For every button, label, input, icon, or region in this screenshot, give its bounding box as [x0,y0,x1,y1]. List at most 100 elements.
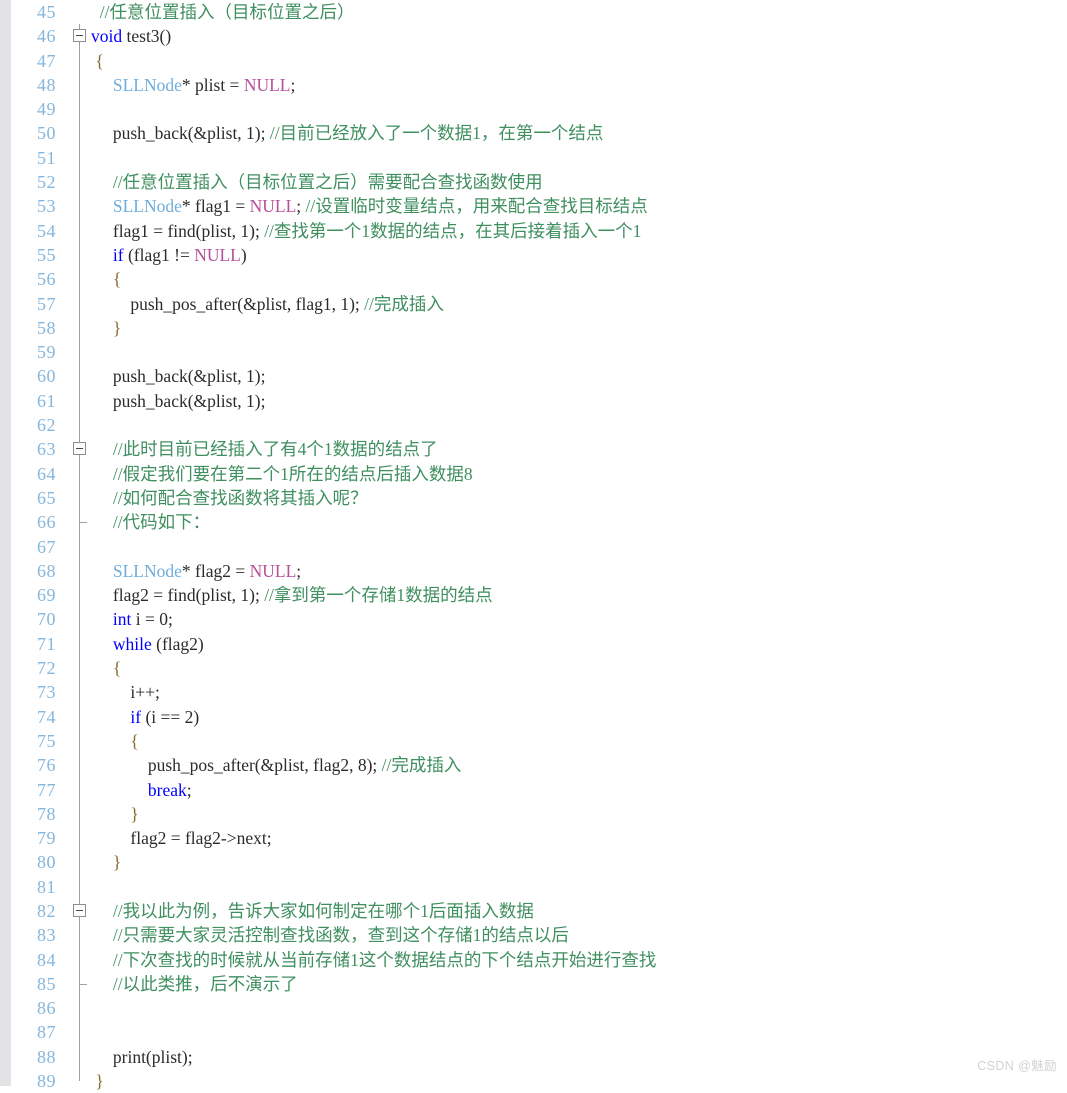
fold-gutter-cell [69,850,91,875]
line-number: 88 [37,1046,56,1067]
code-line[interactable]: 60 push_back(&plist, 1); [11,364,1067,389]
fold-gutter-cell [69,97,91,122]
code-line-text: push_back(&plist, 1); [91,389,266,413]
fold-gutter-cell [69,218,91,243]
code-line[interactable]: 50 push_back(&plist, 1); //目前已经放入了一个数据1，… [11,121,1067,146]
fold-gutter-cell [69,826,91,851]
code-line[interactable]: 73 i++; [11,680,1067,705]
code-line[interactable]: 64 //假定我们要在第二个1所在的结点后插入数据8 [11,461,1067,486]
code-line-text: //任意位置插入（目标位置之后）需要配合查找函数使用 [91,170,543,194]
fold-gutter-cell [69,777,91,802]
code-line[interactable]: 71 while (flag2) [11,631,1067,657]
code-line[interactable]: 57 push_pos_after(&plist, flag1, 1); //完… [11,291,1067,316]
code-token-cmt: //目前已经放入了一个数据1，在第一个结点 [269,123,604,144]
code-line-text: { [91,49,103,73]
code-line[interactable]: 78 } [11,801,1067,827]
code-line[interactable]: 72 { [11,656,1067,681]
line-number: 58 [37,317,56,338]
code-lines-container[interactable]: 45 //任意位置插入（目标位置之后） 46 void test3() 47 {48 … [11,0,1067,1091]
code-line[interactable]: 81 [11,874,1067,899]
code-line[interactable]: 84 //下次查找的时候就从当前存储1这个数据结点的下个结点开始进行查找 [11,947,1067,972]
line-number: 85 [37,973,56,994]
fold-guide-line [79,413,80,438]
code-line[interactable]: 49 [11,97,1067,122]
fold-gutter-cell [69,558,91,584]
code-line[interactable]: 76 push_pos_after(&plist, flag2, 8); //完… [11,753,1067,778]
code-line[interactable]: 75 { [11,728,1067,754]
code-line[interactable]: 87 [11,1020,1067,1045]
code-line[interactable]: 51 [11,145,1067,171]
code-line[interactable]: 53 SLLNode* flag1 = NULL; //设置临时变量结点，用来配… [11,194,1067,219]
code-line[interactable]: 69 flag2 = find(plist, 1); //拿到第一个存储1数据的… [11,583,1067,608]
code-line[interactable]: 52 //任意位置插入（目标位置之后）需要配合查找函数使用 [11,170,1067,195]
code-line[interactable]: 86 [11,996,1067,1021]
code-token-cmt: //假定我们要在第二个1所在的结点后插入数据8 [112,463,473,484]
code-line-text: //下次查找的时候就从当前存储1这个数据结点的下个结点开始进行查找 [91,948,656,972]
code-line[interactable]: 58 } [11,315,1067,341]
fold-guide-line [79,826,80,851]
code-token-plain: ; [296,560,302,581]
code-line[interactable]: 62 [11,413,1067,438]
fold-guide-line [79,364,80,389]
code-editor[interactable]: 45 //任意位置插入（目标位置之后） 46 void test3() 47 {48 … [0,0,1067,1091]
code-line[interactable]: 59 [11,340,1067,365]
code-line-text: } [91,1069,103,1093]
code-line-text: //假定我们要在第二个1所在的结点后插入数据8 [91,462,473,486]
code-line[interactable]: 47 { [11,48,1067,73]
code-line[interactable]: 55 if (flag1 != NULL) [11,242,1067,268]
code-line[interactable]: 46 void test3() [11,24,1067,49]
code-line-text: //以此类推，后不演示了 [91,972,298,996]
code-line[interactable]: 79 flag2 = flag2->next; [11,826,1067,851]
code-line[interactable]: 82 //我以此为例，告诉大家如何制定在哪个1后面插入数据 [11,898,1067,924]
code-line[interactable]: 89 } [11,1069,1067,1093]
fold-collapse-icon[interactable] [73,903,86,917]
fold-guide-line [79,194,80,219]
code-line[interactable]: 66 //代码如下： [11,510,1067,535]
code-line[interactable]: 63 //此时目前已经插入了有4个1数据的结点了 [11,437,1067,462]
code-token-type: SLLNode [112,196,182,217]
code-line[interactable]: 85 //以此类推，后不演示了 [11,971,1067,997]
code-line[interactable]: 65 //如何配合查找函数将其插入呢？ [11,485,1067,511]
code-line[interactable]: 61 push_back(&plist, 1); [11,388,1067,414]
fold-gutter-cell[interactable] [69,898,91,924]
code-token-brace: { [130,730,139,751]
fold-collapse-icon[interactable] [73,442,86,456]
fold-guide-line [79,558,80,584]
fold-guide-line [79,607,80,632]
line-number: 78 [37,803,56,824]
code-line[interactable]: 80 } [11,850,1067,875]
fold-guide-line [79,680,80,705]
code-line[interactable]: 54 flag1 = find(plist, 1); //查找第一个1数据的结点… [11,218,1067,243]
code-line[interactable]: 74 if (i == 2) [11,704,1067,729]
code-line[interactable]: 45 //任意位置插入（目标位置之后） [11,0,1067,24]
line-number: 65 [37,487,56,508]
fold-gutter-cell [69,801,91,827]
fold-collapse-icon[interactable] [73,29,86,43]
code-line[interactable]: 68 SLLNode* flag2 = NULL; [11,558,1067,584]
editor-selection-margin[interactable] [0,0,11,1086]
code-line[interactable]: 70 int i = 0; [11,607,1067,632]
code-token-kw: while [112,633,152,654]
fold-guide-line [79,97,80,122]
fold-gutter-cell[interactable] [69,24,91,49]
code-line[interactable]: 48 SLLNode* plist = NULL; [11,72,1067,98]
fold-gutter-cell [69,267,91,292]
code-line[interactable]: 83 //只需要大家灵活控制查找函数，查到这个存储1的结点以后 [11,923,1067,948]
code-line[interactable]: 88 print(plist); [11,1044,1067,1070]
fold-gutter-cell [69,947,91,972]
code-token-cmt: //任意位置插入（目标位置之后） [99,2,355,22]
code-line-text: //只需要大家灵活控制查找函数，查到这个存储1的结点以后 [91,923,569,947]
fold-gutter-cell[interactable] [69,437,91,462]
line-number: 63 [37,439,56,460]
fold-gutter-cell [69,1020,91,1045]
code-line[interactable]: 77 break; [11,777,1067,802]
line-number: 89 [37,1071,56,1092]
code-line[interactable]: 56 { [11,267,1067,292]
code-token-plain: push_pos_after(&plist, flag1, 1); [91,293,365,314]
code-line[interactable]: 67 [11,534,1067,559]
fold-gutter-cell [69,340,91,365]
